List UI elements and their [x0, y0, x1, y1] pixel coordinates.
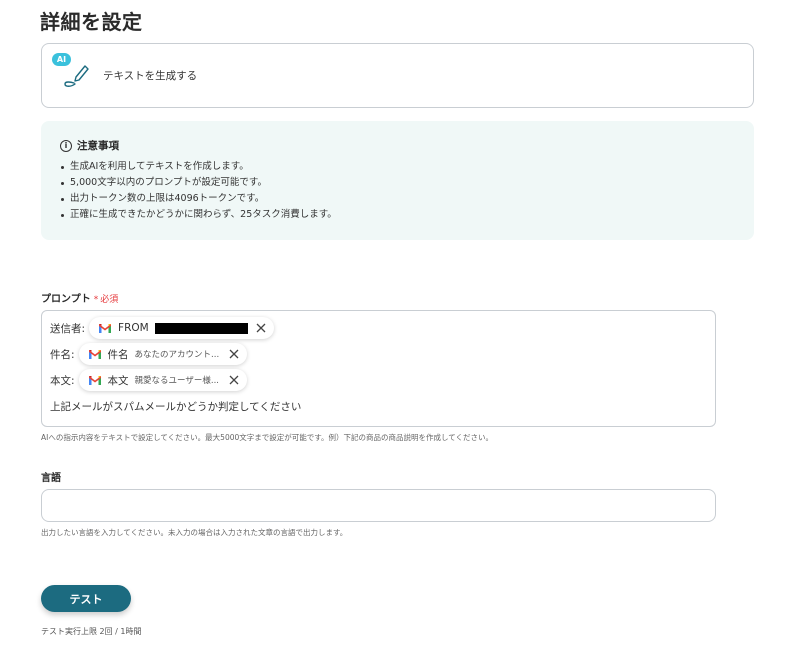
sender-chip-name: FROM — [118, 322, 149, 334]
body-chip-name: 本文 — [107, 374, 129, 387]
page-title: 詳細を設定 — [40, 10, 143, 34]
required-badge: 必須 — [100, 295, 119, 305]
gmail-icon — [88, 376, 101, 385]
language-help-text: 出力したい言語を入力してください。未入力の場合は入力された文章の言語で出力します… — [41, 528, 348, 537]
subject-label: 件名: — [50, 348, 75, 361]
notice-item: 出力トークン数の上限は4096トークンです。 — [61, 191, 337, 207]
prompt-row-body: 本文: 本文 親愛なるユーザー様... — [50, 369, 247, 391]
prompt-row-sender: 送信者: FROM — [50, 317, 274, 339]
notice-header: i 注意事項 — [60, 138, 119, 153]
info-icon: i — [60, 139, 72, 152]
body-chip[interactable]: 本文 親愛なるユーザー様... — [78, 369, 247, 391]
pen-icon — [64, 65, 89, 87]
language-label: 言語 — [41, 473, 61, 484]
notice-item: 5,000文字以内のプロンプトが設定可能です。 — [61, 175, 337, 191]
prompt-label: プロンプト * 必須 — [41, 294, 119, 305]
test-button[interactable]: テスト — [41, 585, 131, 612]
notice-box: i 注意事項 生成AIを利用してテキストを作成します。 5,000文字以内のプロ… — [41, 121, 754, 240]
close-icon[interactable] — [229, 375, 239, 385]
redacted-value — [154, 322, 248, 334]
action-card[interactable]: AI テキストを生成する — [41, 43, 754, 108]
notice-item: 正確に生成できたかどうかに関わらず、25タスク消費します。 — [61, 207, 337, 223]
notice-title: 注意事項 — [77, 140, 119, 152]
notice-item: 生成AIを利用してテキストを作成します。 — [61, 159, 337, 175]
prompt-input[interactable]: 送信者: FROM 件名: 件名 あなたのアカウント... 本文: 本文 親愛な… — [41, 310, 716, 427]
close-icon[interactable] — [256, 323, 266, 333]
test-limit-text: テスト実行上限 2回 / 1時間 — [41, 627, 142, 636]
subject-chip-name: 件名 — [107, 348, 129, 361]
gmail-icon — [88, 350, 101, 359]
sender-chip[interactable]: FROM — [89, 317, 274, 339]
notice-list: 生成AIを利用してテキストを作成します。 5,000文字以内のプロンプトが設定可… — [61, 159, 337, 223]
close-icon[interactable] — [229, 349, 239, 359]
body-label: 本文: — [50, 374, 75, 387]
body-chip-value: 親愛なるユーザー様... — [134, 376, 219, 386]
action-label: テキストを生成する — [103, 70, 198, 82]
subject-chip-value: あなたのアカウント... — [134, 350, 220, 360]
prompt-text: 上記メールがスパムメールかどうか判定してください — [50, 401, 302, 413]
language-input[interactable] — [41, 489, 716, 522]
sender-label: 送信者: — [50, 322, 86, 335]
prompt-row-subject: 件名: 件名 あなたのアカウント... — [50, 343, 248, 365]
subject-chip[interactable]: 件名 あなたのアカウント... — [78, 343, 248, 365]
prompt-label-text: プロンプト — [41, 294, 91, 305]
gmail-icon — [99, 324, 112, 333]
prompt-help-text: AIへの指示内容をテキストで設定してください。最大5000文字まで設定が可能です… — [41, 433, 494, 442]
